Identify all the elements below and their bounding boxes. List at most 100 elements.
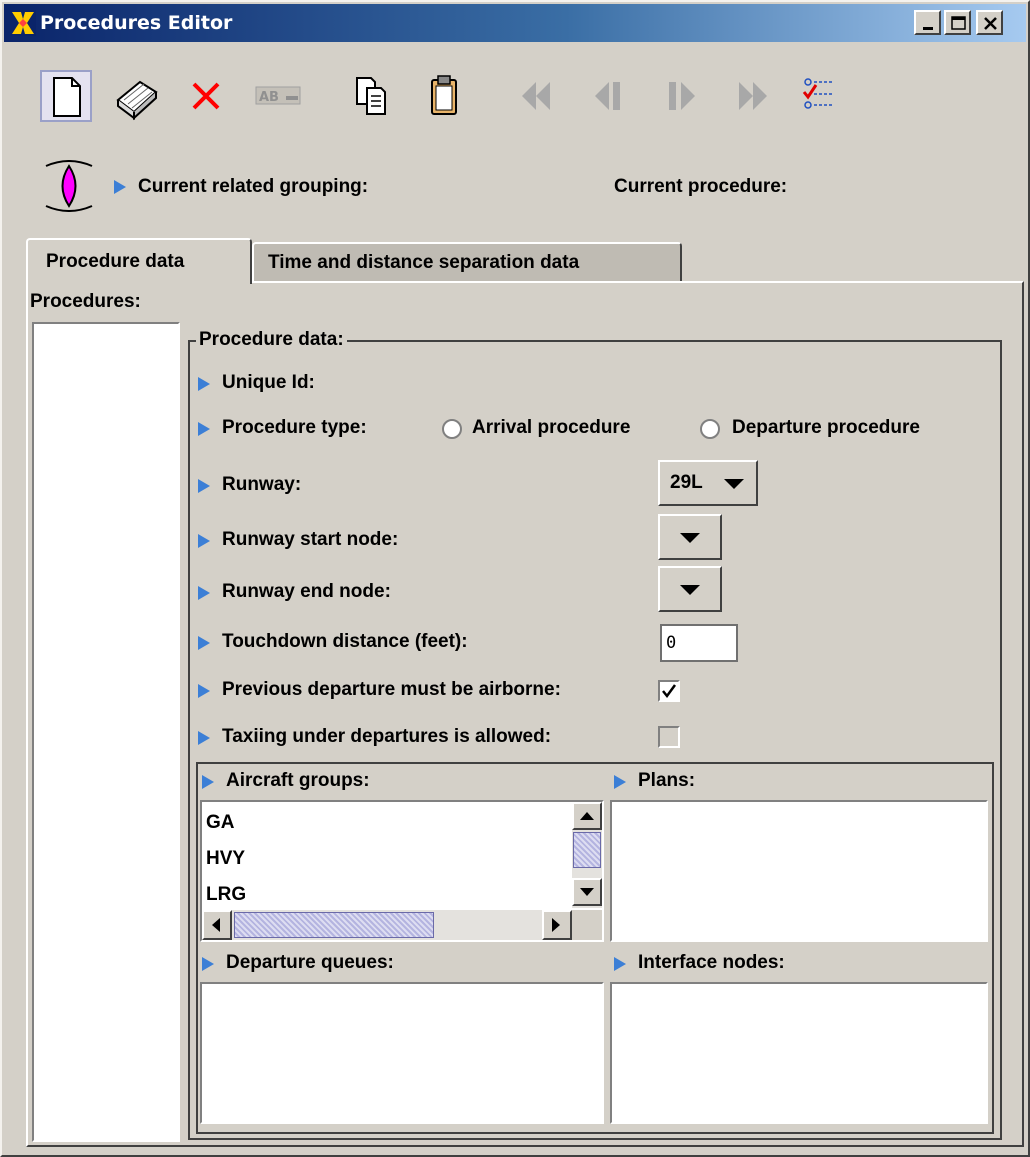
last-record-button[interactable] (729, 70, 781, 122)
arrow-left-icon (212, 918, 220, 932)
tab-procedure-data[interactable]: Procedure data (26, 238, 252, 284)
list-item[interactable]: GA (206, 812, 235, 834)
new-document-icon (53, 77, 81, 117)
next-record-button[interactable] (657, 70, 709, 122)
bullet-arrow-icon (614, 957, 626, 971)
interface-nodes-label: Interface nodes: (638, 952, 785, 973)
close-button[interactable] (976, 10, 1003, 35)
first-record-icon (522, 82, 550, 110)
next-record-icon (669, 82, 695, 110)
maximize-icon (951, 16, 966, 30)
procedure-type-label: Procedure type: (222, 417, 367, 438)
bullet-arrow-icon (198, 731, 210, 745)
current-grouping-label: Current related grouping: (138, 176, 369, 197)
departure-radio[interactable] (700, 419, 720, 439)
current-procedure-label: Current procedure: (614, 176, 788, 197)
checklist-icon (802, 78, 834, 109)
rename-button[interactable]: AB (252, 70, 304, 122)
chevron-down-icon (724, 479, 744, 489)
bullet-arrow-icon (198, 534, 210, 548)
plans-list[interactable] (610, 800, 988, 942)
horizontal-scroll-thumb[interactable] (234, 912, 434, 938)
checkmark-icon (662, 684, 677, 699)
unique-id-label: Unique Id: (222, 372, 315, 393)
paste-icon (431, 75, 457, 115)
copy-icon (356, 77, 386, 115)
grouping-icon (45, 160, 93, 212)
tab-time-distance-label: Time and distance separation data (268, 252, 580, 273)
list-item[interactable]: LRG (206, 884, 246, 906)
bullet-arrow-icon (198, 479, 210, 493)
chevron-down-icon (680, 533, 700, 543)
delete-x-icon (192, 82, 220, 110)
procedures-editor-window: Procedures Editor AB Current related gro… (0, 0, 1030, 1157)
scroll-up-button[interactable] (572, 802, 602, 830)
departure-option-label: Departure procedure (732, 417, 920, 438)
bullet-arrow-icon (114, 180, 126, 194)
bullet-arrow-icon (198, 636, 210, 650)
runway-end-select[interactable] (658, 566, 722, 612)
window-title: Procedures Editor (40, 12, 233, 34)
tab-procedure-data-label: Procedure data (46, 251, 185, 272)
maximize-button[interactable] (944, 10, 971, 35)
aircraft-groups-list[interactable]: GA HVY LRG (200, 800, 604, 942)
plans-label: Plans: (638, 770, 696, 791)
arrow-down-icon (580, 888, 594, 896)
procedure-data-title: Procedure data: (196, 329, 347, 351)
previous-record-icon (595, 82, 620, 110)
eraser-icon (116, 80, 158, 121)
prev-departure-checkbox[interactable] (658, 680, 680, 702)
bullet-arrow-icon (202, 775, 214, 789)
bullet-arrow-icon (198, 422, 210, 436)
touchdown-input[interactable]: 0 (660, 624, 738, 662)
bullet-arrow-icon (198, 377, 210, 391)
runway-start-label: Runway start node: (222, 529, 399, 550)
arrival-radio[interactable] (442, 419, 462, 439)
vertical-scroll-thumb[interactable] (573, 832, 601, 868)
list-item[interactable]: HVY (206, 848, 245, 870)
tab-time-distance[interactable]: Time and distance separation data (252, 242, 682, 282)
app-icon (10, 10, 36, 36)
previous-record-button[interactable] (585, 70, 637, 122)
validate-button[interactable] (800, 70, 852, 122)
arrow-right-icon (552, 918, 560, 932)
delete-button[interactable] (182, 70, 234, 122)
departure-queues-label: Departure queues: (226, 952, 394, 973)
runway-label: Runway: (222, 474, 302, 495)
rename-icon: AB (255, 86, 301, 105)
departure-queues-list[interactable] (200, 982, 604, 1124)
copy-button[interactable] (347, 70, 399, 122)
title-bar[interactable]: Procedures Editor (4, 4, 1026, 42)
erase-button[interactable] (110, 70, 162, 122)
chevron-down-icon (680, 585, 700, 595)
last-record-icon (739, 82, 767, 110)
interface-nodes-list[interactable] (610, 982, 988, 1124)
runway-start-select[interactable] (658, 514, 722, 560)
runway-value: 29L (670, 472, 703, 493)
rename-text: AB (259, 90, 279, 105)
arrow-up-icon (580, 812, 594, 820)
procedures-list[interactable] (32, 322, 180, 1142)
runway-end-label: Runway end node: (222, 581, 391, 602)
bullet-arrow-icon (198, 586, 210, 600)
taxiing-label: Taxiing under departures is allowed: (222, 726, 552, 747)
scroll-corner (572, 910, 602, 940)
procedures-label: Procedures: (30, 291, 141, 312)
minimize-button[interactable] (914, 10, 941, 35)
first-record-button[interactable] (512, 70, 564, 122)
bullet-arrow-icon (198, 684, 210, 698)
bullet-arrow-icon (202, 957, 214, 971)
aircraft-groups-label: Aircraft groups: (226, 770, 370, 791)
new-button[interactable] (40, 70, 92, 122)
close-icon (984, 17, 997, 30)
scroll-down-button[interactable] (572, 878, 602, 906)
scroll-left-button[interactable] (202, 910, 232, 940)
runway-select[interactable]: 29L (658, 460, 758, 506)
touchdown-label: Touchdown distance (feet): (222, 631, 468, 652)
taxiing-checkbox[interactable] (658, 726, 680, 748)
bullet-arrow-icon (614, 775, 626, 789)
scroll-right-button[interactable] (542, 910, 572, 940)
paste-button[interactable] (420, 70, 472, 122)
arrival-option-label: Arrival procedure (472, 417, 631, 438)
prev-departure-label: Previous departure must be airborne: (222, 679, 561, 700)
